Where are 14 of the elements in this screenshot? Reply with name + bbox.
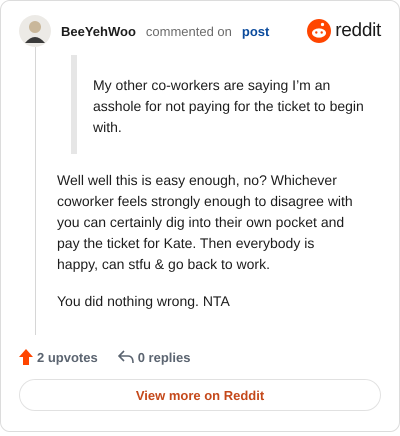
comment-paragraph: Well well this is easy enough, no? Whichever coworker feels strongly enough to disagree with you can certainly dig into their own pocket and pay the ticket for Kate. Then everybody is happy, can stfu & go back to work.	[57, 171, 354, 274]
quote-text: My other co-workers are saying I’m an asshole for not paying for the ticket to begin with.	[93, 76, 365, 137]
comment-paragraph: You did nothing wrong. NTA	[57, 292, 231, 311]
upvote-arrow-icon[interactable]	[19, 349, 33, 365]
username[interactable]: BeeYehWoo	[61, 24, 136, 38]
action-text: commented on	[146, 24, 232, 38]
view-more-button[interactable]: View more on Reddit	[19, 379, 381, 411]
reply-count: 0 replies	[138, 350, 190, 364]
brand-name: reddit	[335, 20, 381, 42]
reddit-logo-icon	[307, 19, 332, 43]
upvote-count: 2 upvotes	[37, 350, 98, 364]
post-link[interactable]: post	[242, 24, 270, 38]
avatar-icon	[19, 15, 51, 47]
reply-icon[interactable]	[118, 350, 134, 364]
